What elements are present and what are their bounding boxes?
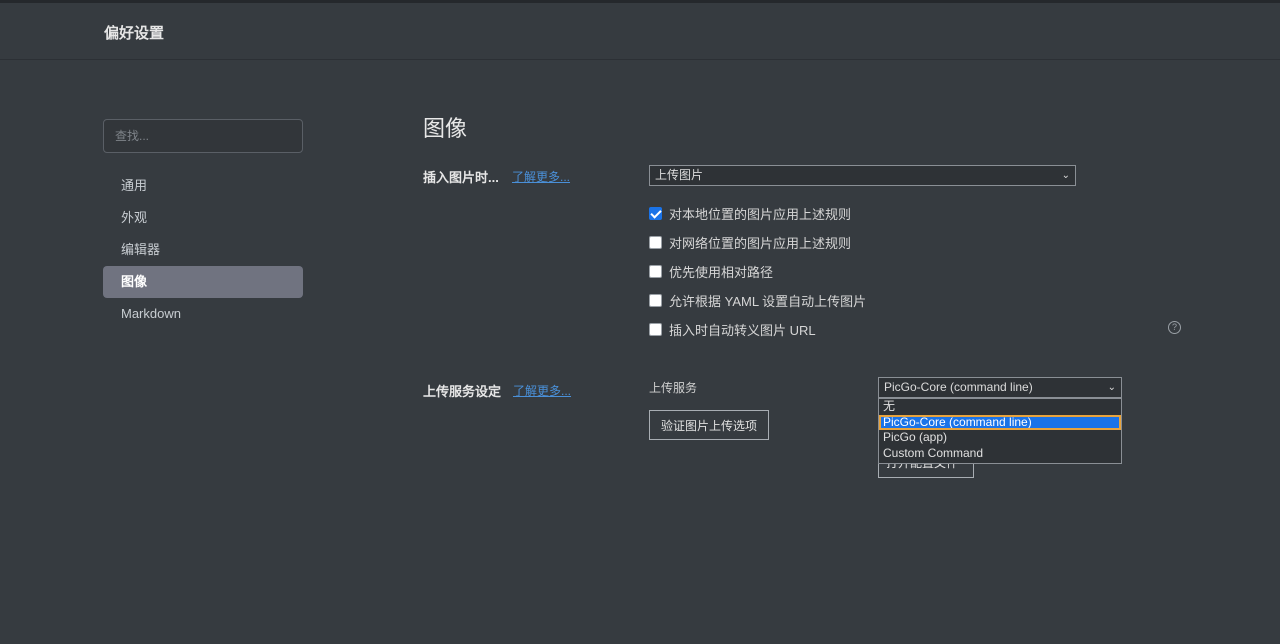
sidebar-item-appearance[interactable]: 外观 — [103, 202, 303, 234]
chevron-down-icon: ⌄ — [1107, 382, 1116, 393]
checkbox-row-escape[interactable]: 插入时自动转义图片 URL — [649, 320, 816, 338]
dropdown-option-picgo-core[interactable]: PicGo-Core (command line) — [879, 414, 1121, 430]
checkbox-row-local[interactable]: 对本地位置的图片应用上述规则 — [649, 204, 851, 222]
page-header-title: 偏好设置 — [104, 25, 165, 42]
insert-learn-more-link[interactable]: 了解更多... — [512, 168, 570, 185]
upload-service-dropdown-list[interactable]: 无 PicGo-Core (command line) PicGo (app) … — [878, 398, 1122, 464]
checkbox-escape-url[interactable] — [649, 322, 662, 336]
sidebar-item-editor[interactable]: 编辑器 — [103, 234, 303, 266]
sidebar-item-image[interactable]: 图像 — [103, 266, 303, 298]
sidebar-item-general[interactable]: 通用 — [103, 170, 303, 202]
checkbox-relative-label: 优先使用相对路径 — [669, 264, 774, 280]
checkbox-relative-path[interactable] — [649, 264, 662, 278]
checkbox-network[interactable] — [649, 235, 662, 249]
upload-service-label: 上传服务 — [649, 381, 698, 395]
header-bar: 偏好设置 — [0, 3, 1280, 60]
checkbox-row-yaml[interactable]: 允许根据 YAML 设置自动上传图片 — [649, 291, 866, 309]
checkbox-yaml-upload[interactable] — [649, 293, 662, 307]
upload-learn-more-link[interactable]: 了解更多... — [513, 382, 571, 399]
upload-service-section-label: 上传服务设定 — [423, 384, 502, 399]
checkbox-local[interactable] — [649, 206, 662, 220]
insert-action-select-value: 上传图片 — [655, 168, 704, 182]
upload-service-select-value: PicGo-Core (command line) — [884, 380, 1033, 394]
chevron-down-icon: ⌄ — [1061, 170, 1070, 181]
verify-upload-button[interactable]: 验证图片上传选项 — [649, 410, 769, 440]
sidebar-item-markdown[interactable]: Markdown — [103, 298, 303, 330]
checkbox-escape-label: 插入时自动转义图片 URL — [669, 322, 816, 338]
insert-action-select[interactable]: 上传图片 ⌄ — [649, 165, 1076, 186]
insert-image-label: 插入图片时... — [423, 170, 499, 185]
checkbox-yaml-label: 允许根据 YAML 设置自动上传图片 — [669, 293, 867, 309]
search-input[interactable] — [103, 119, 303, 153]
dropdown-option-none[interactable]: 无 — [879, 399, 1121, 415]
checkbox-row-relative[interactable]: 优先使用相对路径 — [649, 262, 773, 280]
upload-service-select[interactable]: PicGo-Core (command line) ⌄ — [878, 377, 1122, 398]
section-title: 图像 — [423, 116, 468, 141]
dropdown-option-custom-command[interactable]: Custom Command — [879, 446, 1121, 462]
sidebar-nav: 通用 外观 编辑器 图像 Markdown — [103, 170, 303, 330]
dropdown-option-picgo-app[interactable]: PicGo (app) — [879, 430, 1121, 446]
open-config-button[interactable]: 打开配置文件 — [878, 462, 974, 478]
question-circle-icon[interactable]: ? — [1168, 321, 1181, 334]
checkbox-row-network[interactable]: 对网络位置的图片应用上述规则 — [649, 233, 851, 251]
checkbox-network-label: 对网络位置的图片应用上述规则 — [669, 235, 852, 251]
checkbox-local-label: 对本地位置的图片应用上述规则 — [669, 206, 852, 222]
